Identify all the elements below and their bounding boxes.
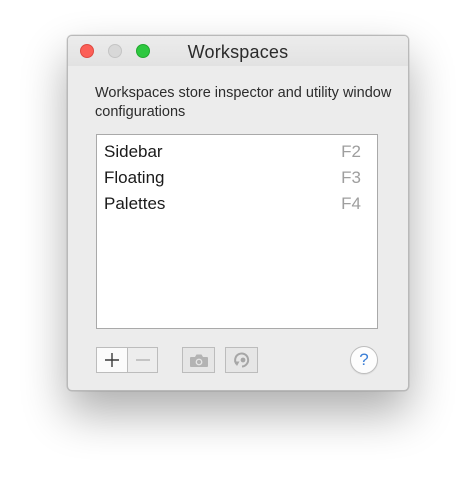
- workspaces-window: Workspaces Workspaces store inspector an…: [67, 35, 409, 391]
- list-item-sidebar[interactable]: Sidebar F2: [97, 139, 377, 165]
- capture-workspace-button[interactable]: [182, 347, 215, 373]
- title-bar[interactable]: Workspaces: [68, 36, 408, 66]
- workspace-list[interactable]: Sidebar F2 Floating F3 Palettes F4: [96, 134, 378, 329]
- remove-workspace-button[interactable]: [127, 347, 158, 373]
- window-title: Workspaces: [187, 42, 289, 62]
- restore-icon: [233, 352, 249, 368]
- minus-icon: [135, 359, 150, 361]
- list-item-label: Floating: [104, 168, 165, 187]
- screen-background: Workspaces Workspaces store inspector an…: [0, 0, 474, 493]
- help-button[interactable]: ?: [350, 346, 378, 374]
- camera-icon: [189, 354, 208, 367]
- restore-workspace-button[interactable]: [225, 347, 258, 373]
- description-text: Workspaces store inspector and utility w…: [95, 85, 392, 120]
- list-item-shortcut: F4: [341, 194, 361, 213]
- list-item-label: Sidebar: [104, 142, 163, 161]
- list-item-shortcut: F3: [341, 168, 361, 187]
- list-item-label: Palettes: [104, 194, 166, 213]
- list-item-palettes[interactable]: Palettes F4: [97, 191, 377, 217]
- list-item-shortcut: F2: [341, 142, 361, 161]
- plus-icon: [105, 353, 119, 367]
- list-item-floating[interactable]: Floating F3: [97, 165, 377, 191]
- add-workspace-button[interactable]: [96, 347, 127, 373]
